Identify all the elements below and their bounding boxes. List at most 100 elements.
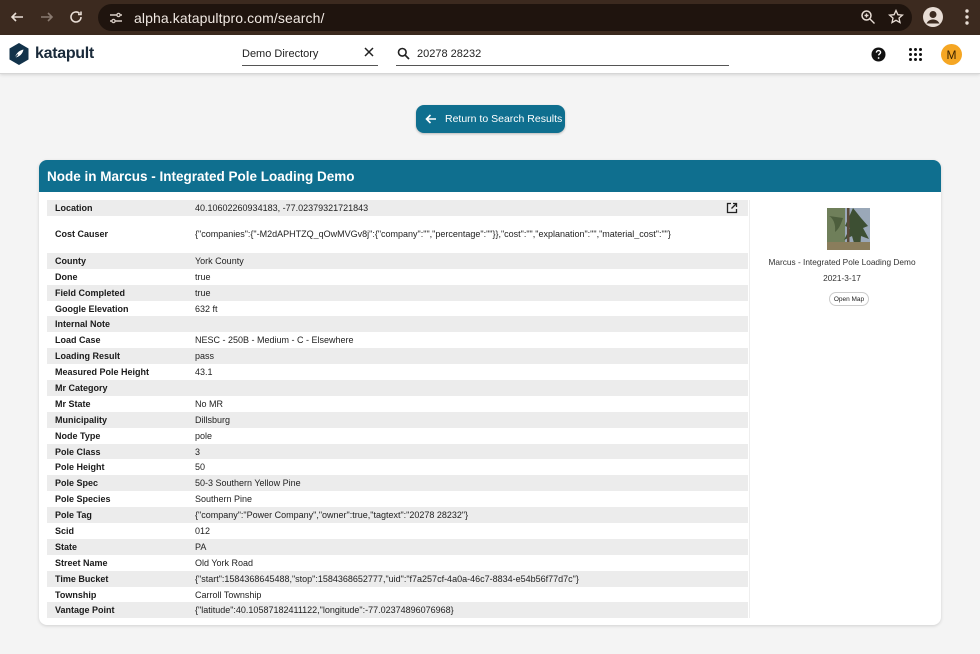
user-avatar[interactable]: M	[941, 44, 962, 65]
table-row: Internal Note	[47, 316, 748, 333]
attribute-value: 50-3 Southern Yellow Pine	[195, 478, 301, 489]
table-row: Node Type pole	[47, 428, 748, 444]
directory-value: Demo Directory	[242, 48, 319, 60]
attribute-value: {"companies":{"-M2dAPHTZQ_qOwMVGv8j":{"c…	[195, 229, 671, 240]
table-row: Scid 012	[47, 523, 748, 539]
katapult-logo[interactable]: katapult	[8, 42, 94, 66]
attribute-key: Time Bucket	[55, 573, 109, 584]
open-in-new-icon[interactable]	[726, 202, 738, 214]
return-button-label: Return to Search Results	[445, 113, 563, 125]
table-row: Done true	[47, 269, 748, 285]
close-icon[interactable]	[362, 45, 376, 59]
attribute-key: Google Elevation	[55, 303, 129, 314]
table-row: Mr State No MR	[47, 396, 748, 412]
attribute-key: County	[55, 255, 86, 266]
table-row: Vantage Point {"latitude":40.105871824111…	[47, 602, 748, 619]
reload-icon	[70, 11, 82, 23]
photo-panel: Marcus - Integrated Pole Loading Demo 20…	[749, 200, 933, 618]
attribute-value: 50	[195, 462, 206, 473]
attribute-key: Street Name	[55, 557, 108, 568]
help-icon[interactable]	[871, 47, 886, 62]
attribute-key: Measured Pole Height	[55, 367, 150, 378]
attribute-key: Done	[55, 271, 78, 282]
attribute-value: {"latitude":40.10587182411122,"longitude…	[195, 605, 454, 616]
attribute-value: true	[195, 271, 211, 282]
directory-select[interactable]: Demo Directory	[242, 44, 378, 66]
attribute-value: NESC - 250B - Medium - C - Elsewhere	[195, 335, 354, 346]
attribute-key: Node Type	[55, 430, 101, 441]
card-title: Node in Marcus - Integrated Pole Loading…	[39, 160, 941, 192]
attribute-value: {"company":"Power Company","owner":true,…	[195, 510, 469, 521]
attribute-value: pole	[195, 430, 213, 441]
attribute-key: Pole Species	[55, 494, 111, 505]
reload-button[interactable]	[61, 2, 91, 32]
arrow-right-icon	[41, 12, 54, 22]
arrow-left-icon	[425, 114, 436, 124]
browser-menu-icon[interactable]	[958, 6, 976, 28]
url-text: alpha.katapultpro.com/search/	[134, 9, 325, 26]
attribute-key: Location	[55, 202, 93, 213]
zoom-icon[interactable]	[860, 9, 876, 25]
attribute-key: Mr State	[55, 398, 91, 409]
return-to-search-button[interactable]: Return to Search Results	[416, 105, 565, 133]
search-input[interactable]	[417, 46, 717, 62]
table-row: Pole Tag {"company":"Power Company","owne…	[47, 507, 748, 524]
back-button[interactable]	[2, 2, 32, 32]
table-row: Township Carroll Township	[47, 587, 748, 603]
table-row: Municipality Dillsburg	[47, 411, 748, 428]
attribute-key: Loading Result	[55, 351, 120, 362]
attribute-key: Pole Spec	[55, 478, 99, 489]
table-row: Mr Category	[47, 380, 748, 396]
attribute-value: Southern Pine	[195, 494, 253, 505]
attribute-value: No MR	[195, 398, 224, 409]
table-row: Measured Pole Height 43.1	[47, 364, 748, 380]
attribute-value: York County	[195, 255, 244, 266]
attribute-value: Old York Road	[195, 557, 254, 568]
attribute-value: 632 ft	[195, 303, 218, 314]
attribute-value: 40.10602260934183, -77.02379321721843	[195, 202, 369, 213]
open-map-button[interactable]: Open Map	[829, 292, 869, 306]
attribute-key: Pole Class	[55, 446, 101, 457]
attribute-value: pass	[195, 351, 215, 362]
table-row: Time Bucket {"start":1584368645488,"stop"…	[47, 570, 748, 587]
site-info-icon[interactable]	[108, 10, 124, 26]
table-row: Pole Height 50	[47, 459, 748, 475]
table-row: Pole Class 3	[47, 443, 748, 460]
table-row: Loading Result pass	[47, 348, 748, 365]
table-row: Pole Species Southern Pine	[47, 491, 748, 507]
table-row: Cost Causer {"companies":{"-M2dAPHTZQ_qO…	[47, 216, 748, 253]
attribute-key: Township	[55, 589, 97, 600]
katapult-logo-icon	[9, 43, 29, 65]
pole-photo-image	[827, 208, 870, 250]
attribute-key: Cost Causer	[55, 229, 109, 240]
photo-caption: Marcus - Integrated Pole Loading Demo	[768, 257, 916, 267]
attribute-key: Mr Category	[55, 382, 108, 393]
search-icon	[397, 47, 410, 60]
attribute-key: State	[55, 541, 78, 552]
app-header: katapult Demo Directory M	[0, 35, 980, 74]
address-bar[interactable]: alpha.katapultpro.com/search/	[98, 4, 912, 31]
attribute-key: Pole Tag	[55, 510, 92, 521]
attribute-key: Vantage Point	[55, 605, 115, 616]
forward-button[interactable]	[32, 2, 62, 32]
attribute-value: Dillsburg	[195, 414, 231, 425]
table-row: Street Name Old York Road	[47, 555, 748, 571]
attribute-value: 43.1	[195, 367, 213, 378]
profile-icon[interactable]	[922, 6, 944, 28]
bookmark-star-icon[interactable]	[888, 9, 904, 25]
search-field[interactable]	[396, 44, 729, 66]
browser-toolbar: alpha.katapultpro.com/search/	[0, 0, 980, 35]
attribute-key: Pole Height	[55, 462, 105, 473]
pole-photo-thumbnail[interactable]	[827, 208, 870, 250]
logo-text: katapult	[35, 45, 94, 62]
table-row: Google Elevation 632 ft	[47, 301, 748, 317]
attribute-key: Scid	[55, 525, 75, 536]
attribute-value: {"start":1584368645488,"stop":1584368652…	[195, 573, 579, 584]
table-row: Pole Spec 50-3 Southern Yellow Pine	[47, 475, 748, 492]
attribute-value: PA	[195, 541, 207, 552]
apps-grid-icon[interactable]	[908, 47, 923, 62]
arrow-left-icon	[10, 12, 23, 22]
node-details-card: Node in Marcus - Integrated Pole Loading…	[39, 160, 941, 625]
attribute-value: 012	[195, 525, 211, 536]
table-row: Field Completed true	[47, 284, 748, 301]
